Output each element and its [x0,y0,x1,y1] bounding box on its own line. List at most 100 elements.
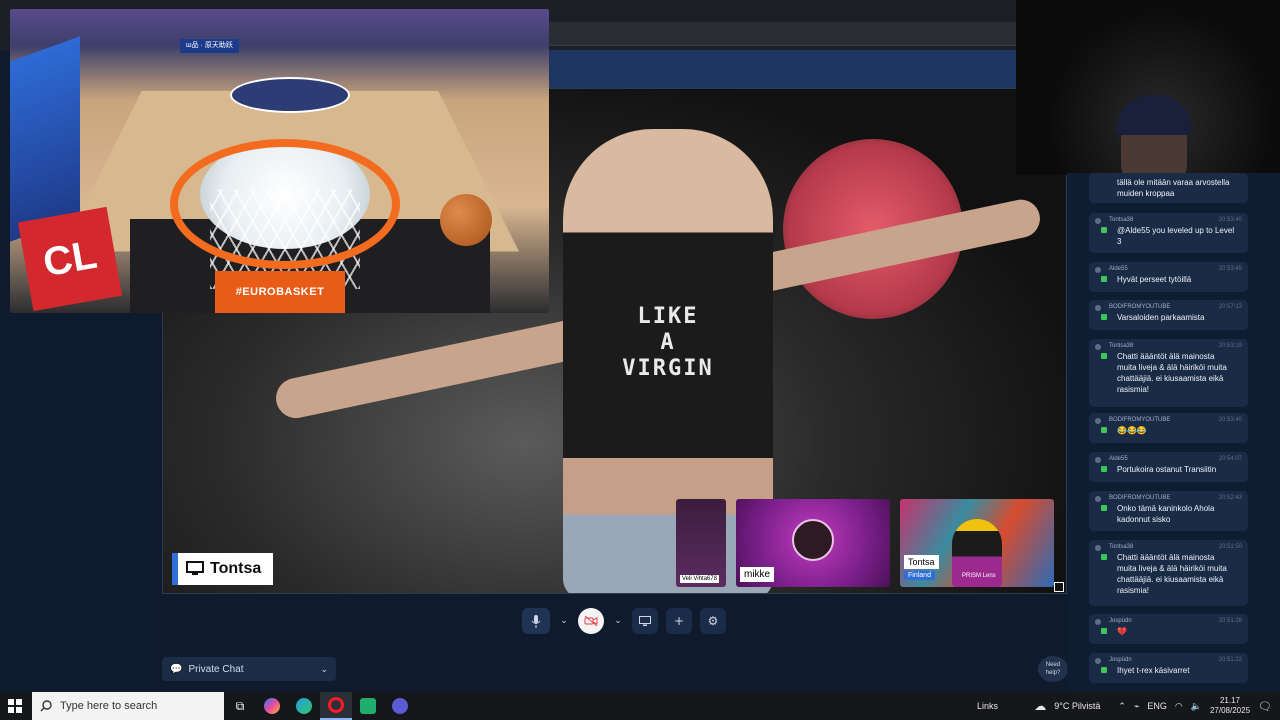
start-button[interactable] [0,692,30,720]
mod-badge-icon [1101,276,1107,282]
chat-user[interactable]: Jospüdn [1109,618,1132,624]
user-icon [1095,496,1101,502]
need-help-button[interactable]: Need help? [1038,656,1068,682]
chat-user[interactable]: BODIFROMYOUTUBE [1109,304,1170,310]
app-button[interactable] [352,692,384,720]
rim [170,139,400,269]
presenter-name: Tontsa [210,560,262,577]
private-chat-dropdown[interactable]: 💬 Private Chat ⌄ [162,657,336,681]
participant-label: mikke [740,567,775,582]
opera-button[interactable] [320,692,352,720]
chat-message: Tontsa38 20:51:50 Chatti äääntöt älä main… [1089,540,1248,606]
participant-tile[interactable]: Veli Vihta678 [676,499,726,587]
weather-text[interactable]: 9°C Pilvistä [1054,701,1100,711]
chevron-down-icon[interactable]: ⌄ [612,608,624,634]
participant-overlay-text: PRISM Lens [962,573,996,579]
basketball [440,194,492,246]
user-icon [1095,619,1101,625]
center-circle [230,77,350,113]
streamer-cap [1116,95,1192,135]
microphone-button[interactable] [522,608,550,634]
chat-bubble-icon: 💬 [170,663,183,675]
chat-message: Alde55 20:53:45 Hyvät perseet tytöillä [1089,262,1248,292]
chat-user[interactable]: BODIFROMYOUTUBE [1109,495,1170,501]
chat-user[interactable]: BODIFROMYOUTUBE [1109,417,1170,423]
user-icon [1095,658,1101,664]
chat-user[interactable]: Alde55 [1109,266,1128,272]
notification-icon[interactable]: 🗨 [1258,700,1272,713]
chat-time: 20:51:22 [1218,657,1242,663]
chat-message: Jospüdn 20:51:28 💔 [1089,614,1248,644]
task-view-button[interactable]: ⧉ [224,692,256,720]
hoop-base-text: #EUROBASKET [215,271,345,313]
chat-user[interactable]: Tontsa38 [1109,544,1133,550]
chat-time: 20:51:50 [1218,544,1242,550]
mod-badge-icon [1101,314,1107,320]
screen-share-icon [639,615,651,626]
chat-panel: tällä ole mitään varaa arvostella muiden… [1067,173,1280,692]
chat-message: Tontsa38 20:53:40 @Alde55 you leveled up … [1089,213,1248,253]
browser-tab-row[interactable] [548,22,1016,46]
volume-icon[interactable]: 🔈 [1191,701,1202,712]
chat-user[interactable]: Alde55 [1109,456,1128,462]
user-icon [1095,344,1101,350]
windows-logo-icon [8,699,22,713]
chat-text: Chatti äääntöt älä mainosta muita liveja… [1117,553,1227,595]
chat-text: Chatti äääntöt älä mainosta muita liveja… [1117,352,1227,394]
mod-badge-icon [1101,353,1107,359]
settings-button[interactable]: ⚙ [700,608,726,634]
private-chat-label: Private Chat [188,663,244,675]
network-icon[interactable]: ⌁ [1134,701,1139,712]
chevron-up-icon[interactable]: ⌃ [1118,701,1126,712]
user-icon [1095,545,1101,551]
chat-user[interactable]: Jospüdn [1109,657,1132,663]
mod-badge-icon [1101,505,1107,511]
chat-text: Onko tämä kaninkolo Ahola kadonnut sisko [1117,504,1215,524]
chevron-down-icon: ⌄ [320,663,328,674]
camera-off-button[interactable] [578,608,604,634]
mod-badge-icon [1101,628,1107,634]
chat-user[interactable]: Tontsa38 [1109,217,1133,223]
participant-tile[interactable]: mikke [736,499,890,587]
links-toolbar[interactable]: Links [977,692,998,720]
chat-message: BODIFROMYOUTUBE 20:53:40 😂😂😂 [1089,413,1248,443]
clock[interactable]: 21.17 27/08/2025 [1210,696,1250,716]
chevron-down-icon[interactable]: ⌄ [558,608,570,634]
participant-tile[interactable]: Tontsa Finland PRISM Lens [900,499,1054,587]
chat-text: Varsaloiden parkaamista [1117,313,1205,322]
user-icon [1095,218,1101,224]
gear-icon: ⚙ [707,614,719,628]
basketball-pip-video[interactable]: ш品 · 原天助跃 CL #EUROBASKET [10,9,549,313]
copilot-icon [264,698,280,714]
chat-message: BODIFROMYOUTUBE 20:57:13 Varsaloiden park… [1089,300,1248,330]
add-button[interactable]: + [666,608,692,634]
chat-message: Alde55 20:54:07 Portukoira ostanut Transi… [1089,452,1248,482]
screen: LIKE A VIRGIN Tontsa Veli Vihta678 mikke… [0,0,1280,720]
opera-icon [328,697,344,713]
chat-user[interactable]: Tontsa38 [1109,343,1133,349]
wifi-icon[interactable]: ◠ [1175,701,1183,712]
chat-time: 20:51:28 [1218,618,1242,624]
participant-label: Veli Vihta678 [680,575,719,583]
fullscreen-icon[interactable] [1054,582,1064,592]
chat-text: Ihyet t-rex käsivarret [1117,666,1190,675]
search-placeholder: Type here to search [60,700,158,712]
copilot-button[interactable] [256,692,288,720]
user-icon [1095,418,1101,424]
chat-text: 😂😂😂 [1117,426,1147,435]
screen-share-button[interactable] [632,608,658,634]
cl-logo: CL [17,206,123,312]
plus-icon: + [673,614,685,628]
sponsor-banner: ш品 · 原天助跃 [180,39,239,53]
chat-text: 💔 [1117,627,1127,636]
language-indicator[interactable]: ENG [1147,701,1167,711]
shirt-text: LIKE A VIRGIN [622,304,714,381]
chat-text: tällä ole mitään varaa arvostella muiden… [1117,178,1230,198]
edge-button[interactable] [288,692,320,720]
obs-button[interactable] [384,692,416,720]
presenter-name-tag: Tontsa [172,553,273,585]
taskbar-search-box[interactable]: Type here to search [32,692,224,720]
user-icon [1095,457,1101,463]
camera-off-icon [584,615,598,627]
clock-date: 27/08/2025 [1209,706,1251,715]
